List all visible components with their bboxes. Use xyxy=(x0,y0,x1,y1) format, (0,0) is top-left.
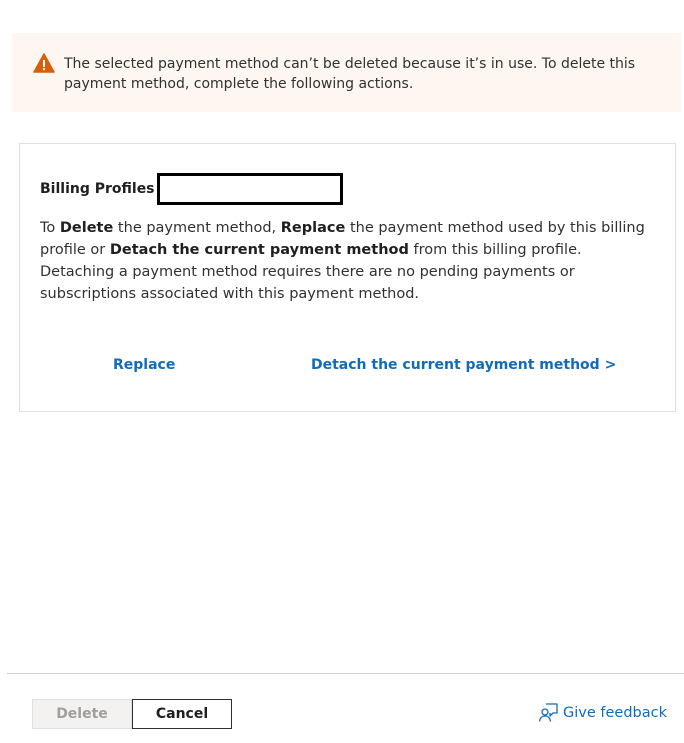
instructions-part: the payment method, xyxy=(113,220,281,236)
billing-profile-card: Billing Profiles To Delete the payment m… xyxy=(19,143,676,412)
detach-payment-method-link[interactable]: Detach the current payment method > xyxy=(311,357,616,373)
delete-button[interactable]: Delete xyxy=(32,699,132,729)
footer-divider xyxy=(7,673,684,674)
instructions-bold-detach: Detach the current payment method xyxy=(109,242,409,258)
instructions-bold-replace: Replace xyxy=(280,220,346,236)
instructions-part: To xyxy=(40,220,60,236)
give-feedback-link[interactable]: Give feedback xyxy=(538,702,667,723)
feedback-person-icon xyxy=(538,703,558,722)
warning-icon xyxy=(33,53,55,73)
redacted-profile-name xyxy=(156,173,343,205)
warning-message: The selected payment method can’t be del… xyxy=(64,56,636,92)
billing-profiles-label: Billing Profiles xyxy=(40,181,155,197)
payment-method-delete-panel: The selected payment method can’t be del… xyxy=(0,0,684,743)
instructions-text: To Delete the payment method, Replace th… xyxy=(40,217,660,305)
replace-link[interactable]: Replace xyxy=(113,357,175,373)
give-feedback-label: Give feedback xyxy=(563,704,667,721)
billing-profile-row: Billing Profiles xyxy=(40,171,343,207)
instructions-bold-delete: Delete xyxy=(59,220,114,236)
warning-banner: The selected payment method can’t be del… xyxy=(12,33,681,112)
cancel-button[interactable]: Cancel xyxy=(132,699,232,729)
